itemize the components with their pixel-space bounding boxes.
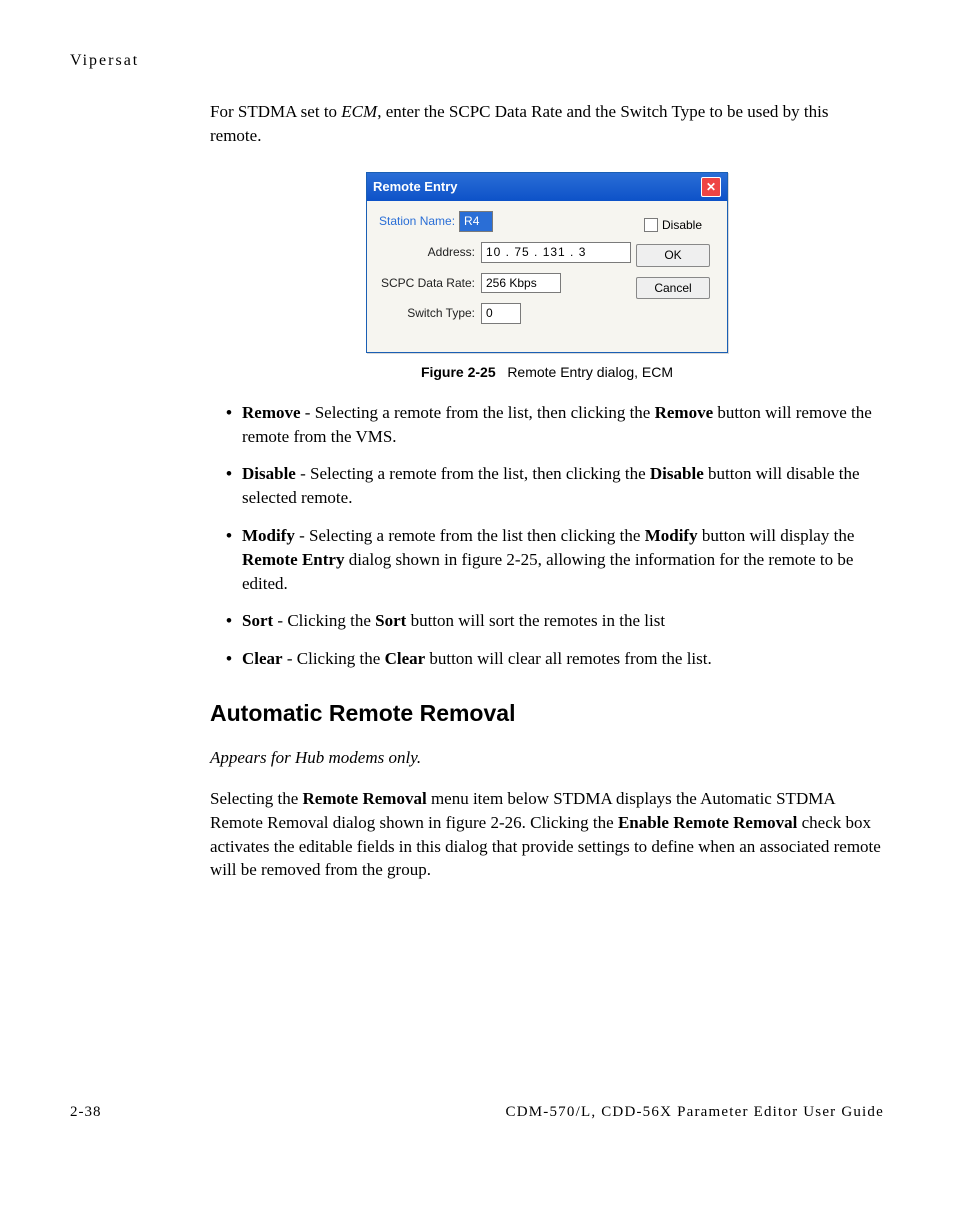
content-block: For STDMA set to ECM, enter the SCPC Dat… <box>210 100 884 882</box>
dialog-body: Station Name: R4 Address: 10 . 75 . 131 … <box>367 201 727 352</box>
bullet-remove: Remove - Selecting a remote from the lis… <box>226 401 884 449</box>
sort-term: Sort <box>242 611 273 630</box>
scpc-rate-label: SCPC Data Rate: <box>379 275 481 292</box>
section-heading: Automatic Remote Removal <box>210 697 884 729</box>
subnote: Appears for Hub modems only. <box>210 746 884 770</box>
dialog-right: Disable OK Cancel <box>631 211 715 334</box>
cancel-button[interactable]: Cancel <box>636 277 710 300</box>
dialog-titlebar: Remote Entry ✕ <box>367 173 727 201</box>
dialog-left: Station Name: R4 Address: 10 . 75 . 131 … <box>379 211 631 334</box>
figure-number: Figure 2-25 <box>421 364 496 380</box>
figure-caption: Figure 2-25 Remote Entry dialog, ECM <box>210 363 884 383</box>
disable-checkbox[interactable] <box>644 218 658 232</box>
para-t1: Selecting the <box>210 789 303 808</box>
clear-t2: button will clear all remotes from the l… <box>425 649 712 668</box>
page-footer: 2-38 CDM-570/L, CDD-56X Parameter Editor… <box>70 1102 884 1123</box>
clear-t1: - Clicking the <box>283 649 385 668</box>
disable-label: Disable <box>662 217 702 234</box>
bullet-list: Remove - Selecting a remote from the lis… <box>210 401 884 671</box>
address-label: Address: <box>379 244 481 261</box>
running-head: Vipersat <box>70 50 884 72</box>
scpc-rate-input[interactable]: 256 Kbps <box>481 273 561 294</box>
clear-term2: Clear <box>385 649 426 668</box>
switch-type-input[interactable]: 0 <box>481 303 521 324</box>
clear-term: Clear <box>242 649 283 668</box>
intro-paragraph: For STDMA set to ECM, enter the SCPC Dat… <box>210 100 884 148</box>
footer-title: CDM-570/L, CDD-56X Parameter Editor User… <box>506 1102 884 1123</box>
disable-term2: Disable <box>650 464 704 483</box>
switch-type-label: Switch Type: <box>379 305 481 322</box>
intro-pre: For STDMA set to <box>210 102 341 121</box>
modify-term2: Modify <box>645 526 698 545</box>
sort-t2: button will sort the remotes in the list <box>406 611 665 630</box>
sort-t1: - Clicking the <box>273 611 375 630</box>
section-paragraph: Selecting the Remote Removal menu item b… <box>210 787 884 882</box>
intro-em: ECM <box>341 102 377 121</box>
sort-term2: Sort <box>375 611 406 630</box>
address-input[interactable]: 10 . 75 . 131 . 3 <box>481 242 631 263</box>
modify-term: Modify <box>242 526 295 545</box>
modify-term3: Remote Entry <box>242 550 344 569</box>
station-name-label: Station Name: <box>379 213 459 230</box>
page-number: 2-38 <box>70 1102 102 1123</box>
para-b1: Remote Removal <box>303 789 427 808</box>
disable-term: Disable <box>242 464 296 483</box>
close-icon[interactable]: ✕ <box>701 177 721 197</box>
remove-t1: - Selecting a remote from the list, then… <box>301 403 655 422</box>
remove-term2: Remove <box>655 403 714 422</box>
remote-entry-dialog: Remote Entry ✕ Station Name: R4 Address:… <box>366 172 728 353</box>
bullet-disable: Disable - Selecting a remote from the li… <box>226 462 884 510</box>
ok-button[interactable]: OK <box>636 244 710 267</box>
bullet-sort: Sort - Clicking the Sort button will sor… <box>226 609 884 633</box>
disable-checkbox-row[interactable]: Disable <box>644 217 702 234</box>
dialog-title: Remote Entry <box>373 178 458 196</box>
figure-dialog: Remote Entry ✕ Station Name: R4 Address:… <box>210 172 884 383</box>
disable-t1: - Selecting a remote from the list, then… <box>296 464 650 483</box>
bullet-clear: Clear - Clicking the Clear button will c… <box>226 647 884 671</box>
figure-text: Remote Entry dialog, ECM <box>507 364 673 380</box>
remove-term: Remove <box>242 403 301 422</box>
modify-t2: button will display the <box>698 526 855 545</box>
station-name-input[interactable]: R4 <box>459 211 493 232</box>
para-b2: Enable Remote Removal <box>618 813 797 832</box>
modify-t1: - Selecting a remote from the list then … <box>295 526 645 545</box>
bullet-modify: Modify - Selecting a remote from the lis… <box>226 524 884 595</box>
